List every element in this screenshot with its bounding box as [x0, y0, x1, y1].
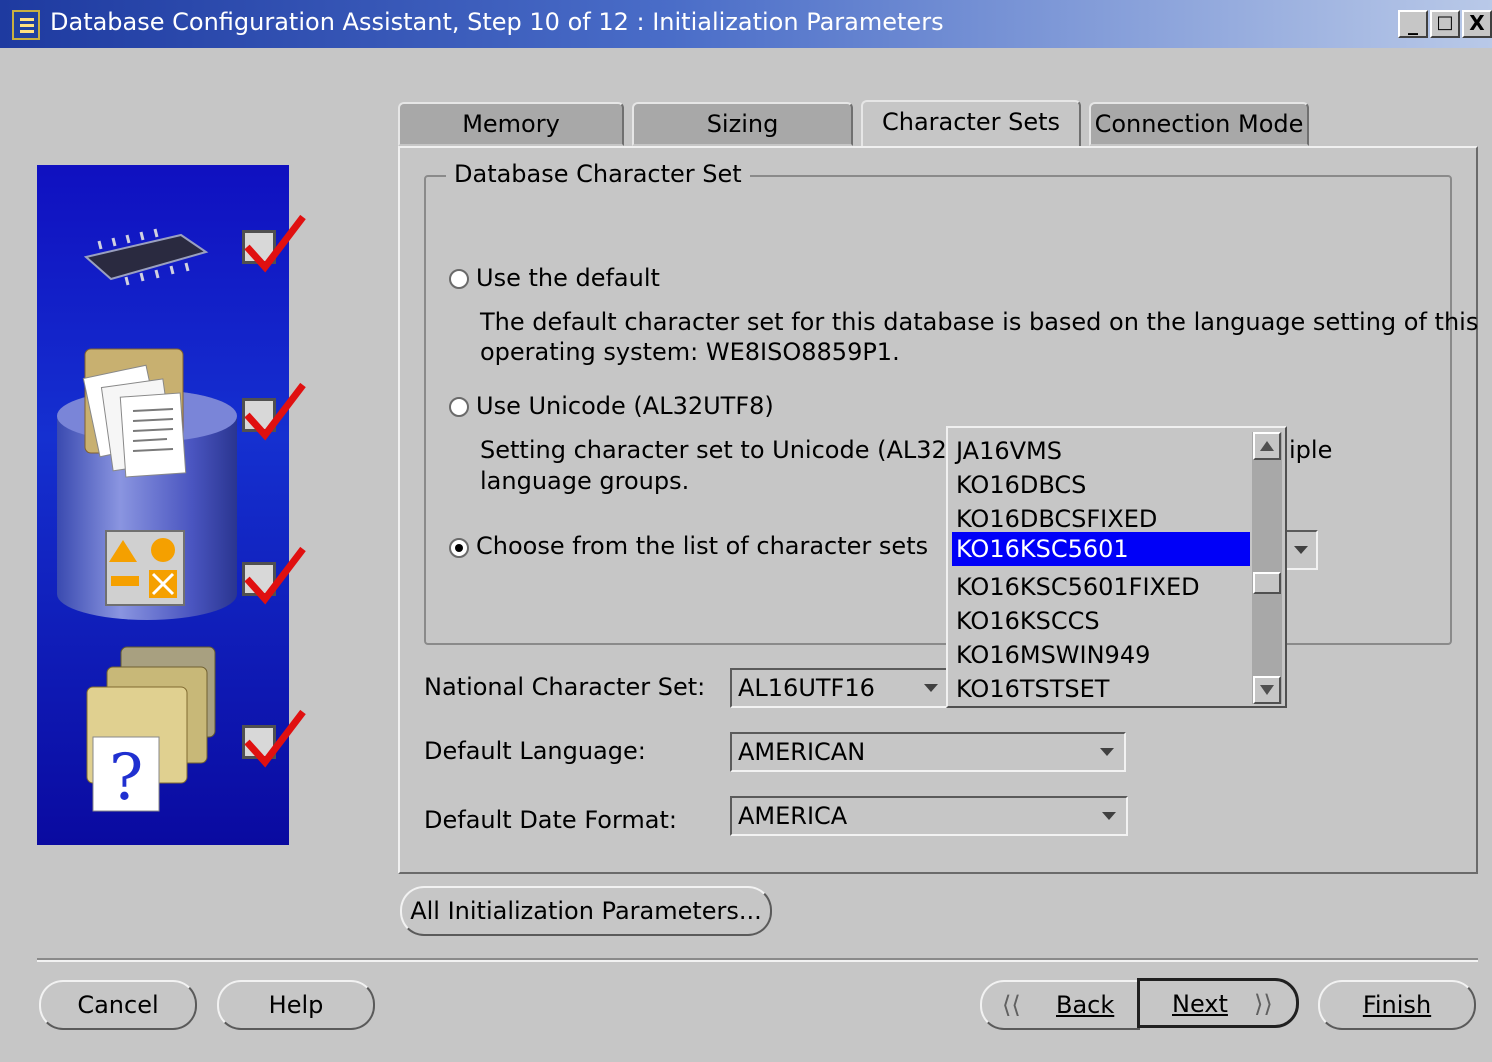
- next-arrow-icon: ⟩⟩: [1254, 990, 1273, 1018]
- default-language-label: Default Language:: [424, 737, 646, 765]
- scroll-thumb[interactable]: [1253, 572, 1281, 594]
- default-date-format-value: AMERICA: [738, 802, 848, 830]
- unicode-description-line2: language groups.: [480, 467, 690, 495]
- choose-list-radio[interactable]: [449, 538, 469, 558]
- next-label: Next: [1172, 990, 1228, 1018]
- list-item[interactable]: KO16KSC5601FIXED: [952, 570, 1250, 604]
- scroll-up-button[interactable]: [1253, 432, 1281, 460]
- list-item[interactable]: JA16VMS: [952, 434, 1250, 468]
- back-button[interactable]: ⟨⟨ Back: [980, 980, 1140, 1030]
- chevron-down-icon: [1102, 812, 1116, 820]
- charset-dropdown-list[interactable]: JA16VMS KO16DBCS KO16DBCSFIXED KO16KSC56…: [946, 426, 1287, 708]
- use-default-label[interactable]: Use the default: [476, 264, 660, 292]
- chevron-up-icon: [1260, 441, 1274, 451]
- window-title: Database Configuration Assistant, Step 1…: [50, 8, 944, 36]
- chevron-down-icon: [1260, 685, 1274, 695]
- default-description-line1: The default character set for this datab…: [480, 308, 1479, 336]
- maximize-button[interactable]: □: [1430, 10, 1460, 38]
- default-date-format-label: Default Date Format:: [424, 806, 677, 834]
- choose-list-label[interactable]: Choose from the list of character sets: [476, 532, 928, 560]
- chevron-down-icon: [924, 684, 938, 692]
- back-arrow-icon: ⟨⟨: [1002, 991, 1021, 1019]
- tab-memory[interactable]: Memory: [398, 102, 624, 146]
- use-default-radio[interactable]: [449, 269, 469, 289]
- scroll-down-button[interactable]: [1253, 676, 1281, 704]
- list-item[interactable]: KO16DBCSFIXED: [952, 502, 1250, 536]
- national-charset-combo[interactable]: AL16UTF16: [730, 668, 950, 708]
- checkmark-icon: [242, 546, 306, 605]
- chevron-down-icon: [1294, 546, 1308, 554]
- use-unicode-label[interactable]: Use Unicode (AL32UTF8): [476, 392, 774, 420]
- group-legend: Database Character Set: [446, 160, 750, 188]
- finish-label: Finish: [1362, 991, 1432, 1019]
- default-language-value: AMERICAN: [738, 738, 866, 766]
- help-document-icon: ?: [73, 645, 223, 819]
- folder-documents-icon: [77, 343, 192, 487]
- back-label: Back: [1056, 991, 1115, 1019]
- wizard-illustration: ?: [37, 165, 306, 845]
- tab-sizing[interactable]: Sizing: [632, 102, 853, 146]
- list-item[interactable]: KO16KSCCS: [952, 604, 1250, 638]
- app-icon: [12, 10, 40, 40]
- checkmark-icon: [242, 214, 306, 273]
- list-item[interactable]: KO16DBCS: [952, 468, 1250, 502]
- close-button[interactable]: X: [1462, 10, 1492, 38]
- svg-text:?: ?: [109, 741, 143, 815]
- default-description-line2: operating system: WE8ISO8859P1.: [480, 338, 900, 366]
- finish-button[interactable]: Finish: [1318, 980, 1476, 1030]
- chevron-down-icon: [1100, 748, 1114, 756]
- title-bar[interactable]: Database Configuration Assistant, Step 1…: [0, 0, 1492, 48]
- dropdown-scrollbar[interactable]: [1252, 432, 1282, 704]
- next-button[interactable]: Next ⟩⟩: [1137, 978, 1299, 1028]
- tab-connection-mode[interactable]: Connection Mode: [1089, 102, 1309, 146]
- use-unicode-radio[interactable]: [449, 397, 469, 417]
- list-item[interactable]: KO16TSTSET: [952, 672, 1250, 706]
- tab-character-sets[interactable]: Character Sets: [861, 100, 1081, 148]
- separator: [37, 958, 1478, 962]
- checkmark-icon: [242, 382, 306, 441]
- shapes-icon: [105, 530, 185, 610]
- list-item-selected[interactable]: KO16KSC5601: [952, 532, 1250, 566]
- unicode-description-tail: iple: [1289, 436, 1333, 464]
- unicode-description-line1: Setting character set to Unicode (AL32UT: [480, 436, 980, 464]
- minimize-button[interactable]: _: [1398, 10, 1428, 38]
- national-charset-label: National Character Set:: [424, 673, 706, 701]
- all-init-params-button[interactable]: All Initialization Parameters...: [400, 886, 772, 936]
- checkmark-icon: [242, 709, 306, 768]
- memory-chip-icon: [81, 227, 211, 291]
- cancel-button[interactable]: Cancel: [39, 980, 197, 1030]
- list-item[interactable]: KO16MSWIN949: [952, 638, 1250, 672]
- default-language-combo[interactable]: AMERICAN: [730, 732, 1126, 772]
- default-date-format-combo[interactable]: AMERICA: [730, 796, 1128, 836]
- national-charset-value: AL16UTF16: [738, 674, 875, 702]
- help-button[interactable]: Help: [217, 980, 375, 1030]
